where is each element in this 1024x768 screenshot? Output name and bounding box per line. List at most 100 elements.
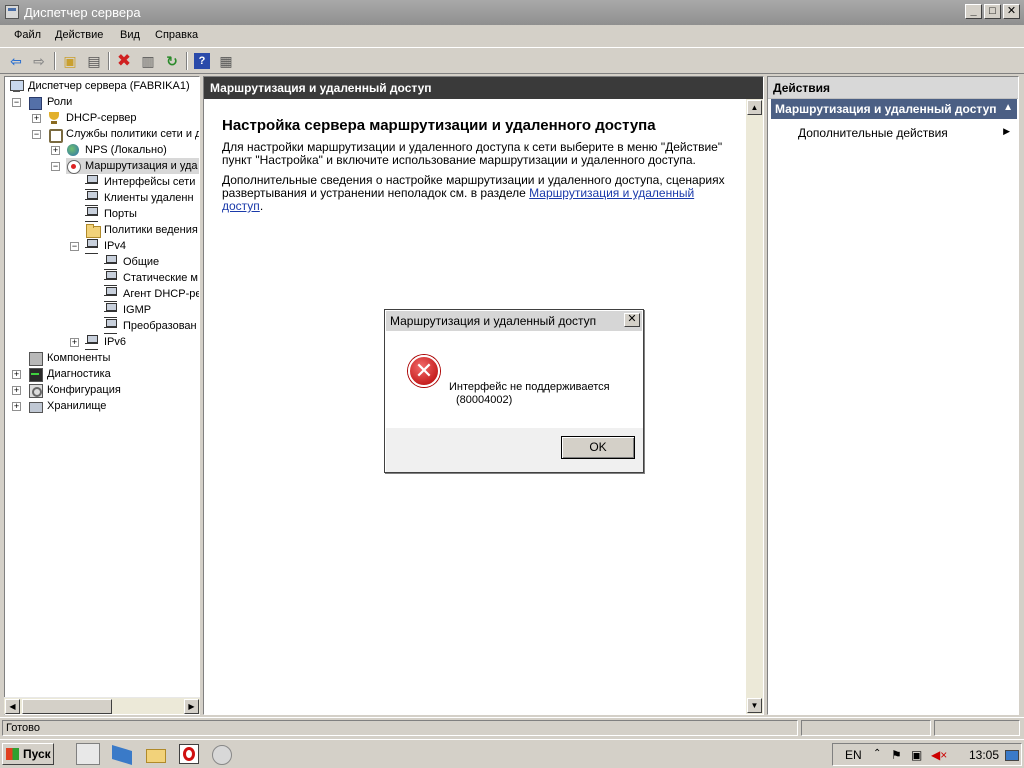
expand-icon[interactable]: + <box>70 338 79 347</box>
more-actions-item[interactable]: Дополнительные действия <box>798 126 948 140</box>
control-panel-icon[interactable] <box>212 745 232 765</box>
tree-item-rras[interactable]: Маршрутизация и уда <box>66 158 199 174</box>
action-center-flag-icon[interactable]: ⚑ <box>891 748 902 762</box>
show-hide-action-pane-icon[interactable]: ▦ <box>216 51 236 71</box>
show-hide-tree-icon[interactable]: ▤ <box>84 51 104 71</box>
delete-icon[interactable]: ✖ <box>114 51 134 71</box>
clock[interactable]: 13:05 <box>969 748 999 762</box>
submenu-arrow-icon: ▶ <box>1003 126 1010 136</box>
tree-item-ipv6[interactable]: IPv6 <box>85 334 126 350</box>
refresh-icon[interactable]: ↻ <box>162 51 182 71</box>
configuration-icon <box>28 383 44 398</box>
tree-item-storage[interactable]: Хранилище <box>28 398 106 414</box>
help-icon[interactable]: ? <box>194 53 210 69</box>
toolbar: ⇦ ⇨ ▣ ▤ ✖ ▥ ↻ ? ▦ <box>0 47 1024 74</box>
menu-help[interactable]: Справка <box>155 29 198 41</box>
rras-icon <box>66 159 82 174</box>
status-panel-3 <box>934 720 1020 736</box>
tree-horizontal-scrollbar[interactable]: ◀ ▶ <box>4 697 200 714</box>
scroll-down-icon[interactable]: ▼ <box>747 698 762 713</box>
tree-item-components[interactable]: Компоненты <box>28 350 110 366</box>
menu-file[interactable]: Файл <box>14 29 41 41</box>
tree-item-clients[interactable]: Клиенты удаленн <box>85 190 194 206</box>
status-text: Готово <box>2 720 798 736</box>
tree-item-nps[interactable]: NPS (Локально) <box>66 142 167 158</box>
tree-item-dhcp[interactable]: DHCP-сервер <box>47 110 137 126</box>
actions-section-rras[interactable]: Маршрутизация и удаленный доступ ▲ <box>771 99 1017 119</box>
close-button[interactable]: ✕ <box>1003 4 1020 19</box>
tree-item-nat[interactable]: Преобразован <box>104 318 197 334</box>
properties-icon[interactable]: ▥ <box>138 51 158 71</box>
expand-icon[interactable]: + <box>12 386 21 395</box>
dialog-close-icon[interactable]: ✕ <box>624 313 640 327</box>
tree-item-configuration[interactable]: Конфигурация <box>28 382 121 398</box>
server-manager-taskbar-icon[interactable] <box>76 743 100 765</box>
server-manager-icon <box>5 5 19 19</box>
tree-item-static[interactable]: Статические м <box>104 270 198 286</box>
minimize-button[interactable]: _ <box>965 4 982 19</box>
tree-item-ports[interactable]: Порты <box>85 206 137 222</box>
tree-item-diagnostics[interactable]: Диагностика <box>28 366 111 382</box>
status-panel-2 <box>801 720 931 736</box>
collapse-icon[interactable]: − <box>70 242 79 251</box>
scroll-left-icon[interactable]: ◀ <box>5 699 20 714</box>
tree-item-root[interactable]: Диспетчер сервера (FABRIKA1) <box>9 78 190 94</box>
expand-icon[interactable]: + <box>32 114 41 123</box>
tree-item-interfaces[interactable]: Интерфейсы сети <box>85 174 195 190</box>
collapse-icon[interactable]: − <box>32 130 41 139</box>
powershell-icon[interactable] <box>112 745 132 765</box>
explorer-folder-icon[interactable] <box>146 749 166 763</box>
tree-item-policy-services[interactable]: Службы политики сети и д <box>47 126 199 143</box>
network-interface-icon <box>85 175 101 190</box>
forward-icon[interactable]: ⇨ <box>29 51 49 71</box>
policy-services-icon <box>47 127 63 143</box>
maximize-button[interactable]: □ <box>984 4 1001 19</box>
roles-icon <box>28 95 44 110</box>
tree-item-ipv4[interactable]: IPv4 <box>85 238 126 254</box>
network-icon[interactable]: ▣ <box>911 748 922 762</box>
dhcp-agent-icon <box>104 287 120 302</box>
components-icon <box>28 351 44 366</box>
tree-item-roles[interactable]: Роли <box>28 94 72 110</box>
taskbar: Пуск EN ⌃ ⚑ ▣ ◀× 13:05 <box>0 739 1024 768</box>
nps-globe-icon <box>66 143 82 157</box>
back-icon[interactable]: ⇦ <box>6 51 26 71</box>
scroll-up-icon[interactable]: ▲ <box>747 100 762 115</box>
expand-icon[interactable]: + <box>51 146 60 155</box>
opera-icon <box>183 747 195 761</box>
system-tray: EN ⌃ ⚑ ▣ ◀× 13:05 <box>832 743 1022 766</box>
opera-button[interactable] <box>179 744 199 764</box>
tree-item-igmp[interactable]: IGMP <box>104 302 151 318</box>
dialog-message: Интерфейс не поддерживается (80004002) <box>449 381 610 406</box>
collapse-icon[interactable]: − <box>51 162 60 171</box>
start-button[interactable]: Пуск <box>2 743 54 765</box>
results-vertical-scrollbar[interactable]: ▲ ▼ <box>746 99 763 714</box>
storage-icon <box>28 399 44 413</box>
dialog-title: Маршрутизация и удаленный доступ <box>386 311 642 331</box>
tree-item-dhcp-agent[interactable]: Агент DHCP-ре <box>104 286 199 302</box>
up-folder-icon[interactable]: ▣ <box>60 51 80 71</box>
tree-item-logging[interactable]: Политики ведения <box>85 222 198 238</box>
static-routes-icon <box>104 271 120 286</box>
collapse-up-icon[interactable]: ▲ <box>1003 102 1013 113</box>
menu-view[interactable]: Вид <box>120 29 140 41</box>
expand-icon[interactable]: + <box>12 370 21 379</box>
ok-button[interactable]: OK <box>561 436 635 459</box>
show-hidden-icons-icon[interactable]: ⌃ <box>873 748 881 759</box>
scroll-right-icon[interactable]: ▶ <box>184 699 199 714</box>
igmp-icon <box>104 303 120 318</box>
show-desktop-icon[interactable] <box>1005 750 1019 761</box>
expand-icon[interactable]: + <box>12 402 21 411</box>
dhcp-server-icon <box>47 111 63 125</box>
language-indicator[interactable]: EN <box>845 748 862 762</box>
window-titlebar: Диспетчер сервера _ □ ✕ <box>0 0 1024 25</box>
scroll-thumb[interactable] <box>22 699 112 714</box>
setup-instructions: Для настройки маршрутизации и удаленного… <box>222 140 723 167</box>
window-title: Диспетчер сервера <box>24 5 141 20</box>
error-icon: ✕ <box>408 355 440 387</box>
tree-item-general[interactable]: Общие <box>104 254 159 270</box>
volume-muted-icon[interactable]: ◀× <box>931 748 947 762</box>
collapse-icon[interactable]: − <box>12 98 21 107</box>
console-tree: Диспетчер сервера (FABRIKA1) − Роли + DH… <box>4 76 200 715</box>
menu-action[interactable]: Действие <box>55 29 103 41</box>
